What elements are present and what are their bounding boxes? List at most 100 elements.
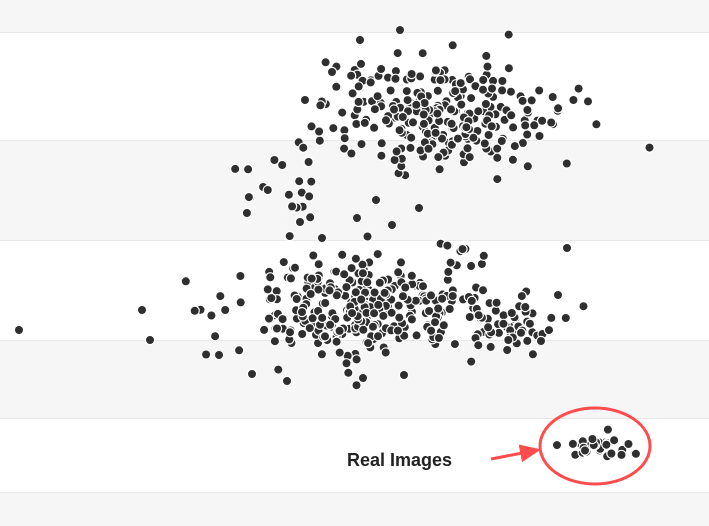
scatter-point <box>265 315 273 323</box>
scatter-point <box>299 144 307 152</box>
scatter-point <box>358 140 366 148</box>
scatter-point <box>202 351 210 359</box>
scatter-point <box>432 129 440 137</box>
scatter-point <box>530 121 538 129</box>
scatter-point <box>396 26 404 34</box>
scatter-point <box>394 268 402 276</box>
scatter-point <box>466 153 474 161</box>
scatter-point <box>316 101 324 109</box>
scatter-point <box>584 97 592 105</box>
scatter-point <box>417 146 425 154</box>
scatter-point <box>580 302 588 310</box>
scatter-point <box>511 142 519 150</box>
scatter-point <box>370 309 378 317</box>
scatter-point <box>538 117 546 125</box>
scatter-point <box>357 296 365 304</box>
scatter-point <box>315 260 323 268</box>
scatter-point <box>479 86 487 94</box>
scatter-point <box>305 192 313 200</box>
scatter-point <box>221 306 229 314</box>
scatter-point <box>353 381 361 389</box>
scatter-point <box>191 307 199 315</box>
scatter-point <box>273 325 281 333</box>
scatter-point <box>467 94 475 102</box>
scatter-point <box>415 204 423 212</box>
scatter-point <box>237 298 245 306</box>
scatter-point <box>399 292 407 300</box>
scatter-point <box>359 374 367 382</box>
scatter-point <box>432 66 440 74</box>
scatter-point <box>364 233 372 241</box>
scatter-point <box>447 259 455 267</box>
scatter-point <box>382 349 390 357</box>
scatter-point <box>536 132 544 140</box>
scatter-point <box>307 178 315 186</box>
scatter-point <box>435 334 443 342</box>
scatter-point <box>382 116 390 124</box>
scatter-point <box>420 111 428 119</box>
scatter-point <box>359 269 367 277</box>
scatter-point <box>484 63 492 71</box>
scatter-point <box>138 306 146 314</box>
scatter-point <box>374 301 382 309</box>
scatter-point <box>285 191 293 199</box>
scatter-point <box>431 318 439 326</box>
scatter-point <box>266 273 274 281</box>
scatter-point <box>492 307 500 315</box>
scatter-point <box>413 331 421 339</box>
scatter-point <box>443 242 451 250</box>
scatter-point <box>283 377 291 385</box>
scatter-point <box>554 104 562 112</box>
scatter-point <box>447 105 455 113</box>
scatter-point <box>336 349 344 357</box>
scatter-point <box>508 309 516 317</box>
scatter-point <box>348 264 356 272</box>
scatter-point <box>528 96 536 104</box>
scatter-point <box>301 96 309 104</box>
scatter-point <box>295 177 303 185</box>
scatter-point <box>547 314 555 322</box>
scatter-point <box>535 87 543 95</box>
scatter-point <box>381 289 389 297</box>
scatter-point <box>485 131 493 139</box>
scatter-point <box>457 101 465 109</box>
scatter-point <box>569 96 577 104</box>
scatter-point <box>408 70 416 78</box>
scatter-point <box>434 87 442 95</box>
scatter-point <box>328 68 336 76</box>
scatter-point <box>340 270 348 278</box>
scatter-point <box>352 120 360 128</box>
scatter-point <box>326 321 334 329</box>
scatter-point <box>367 78 375 86</box>
scatter-point <box>408 272 416 280</box>
scatter-point <box>377 152 385 160</box>
scatter-point <box>340 126 348 134</box>
scatter-point <box>356 36 364 44</box>
scatter-point <box>521 121 529 129</box>
scatter-point <box>409 118 417 126</box>
scatter-point <box>498 77 506 85</box>
scatter-point <box>507 88 515 96</box>
scatter-point <box>342 283 350 291</box>
scatter-point <box>291 264 299 272</box>
scatter-point <box>369 323 377 331</box>
scatter-point <box>448 120 456 128</box>
scatter-point <box>399 113 407 121</box>
scatter-point <box>421 99 429 107</box>
scatter-point <box>444 268 452 276</box>
scatter-point <box>343 359 351 367</box>
scatter-point <box>391 156 399 164</box>
scatter-point <box>388 221 396 229</box>
scatter-point <box>474 107 482 115</box>
scatter-point <box>459 245 467 253</box>
scatter-point <box>449 292 457 300</box>
scatter-point <box>236 272 244 280</box>
scatter-point <box>519 139 527 147</box>
scatter-point <box>372 196 380 204</box>
scatter-point <box>436 165 444 173</box>
scatter-chart: Real Images <box>0 0 709 526</box>
scatter-point <box>607 450 615 458</box>
scatter-point <box>484 323 492 331</box>
scatter-point <box>632 450 640 458</box>
scatter-point <box>248 370 256 378</box>
